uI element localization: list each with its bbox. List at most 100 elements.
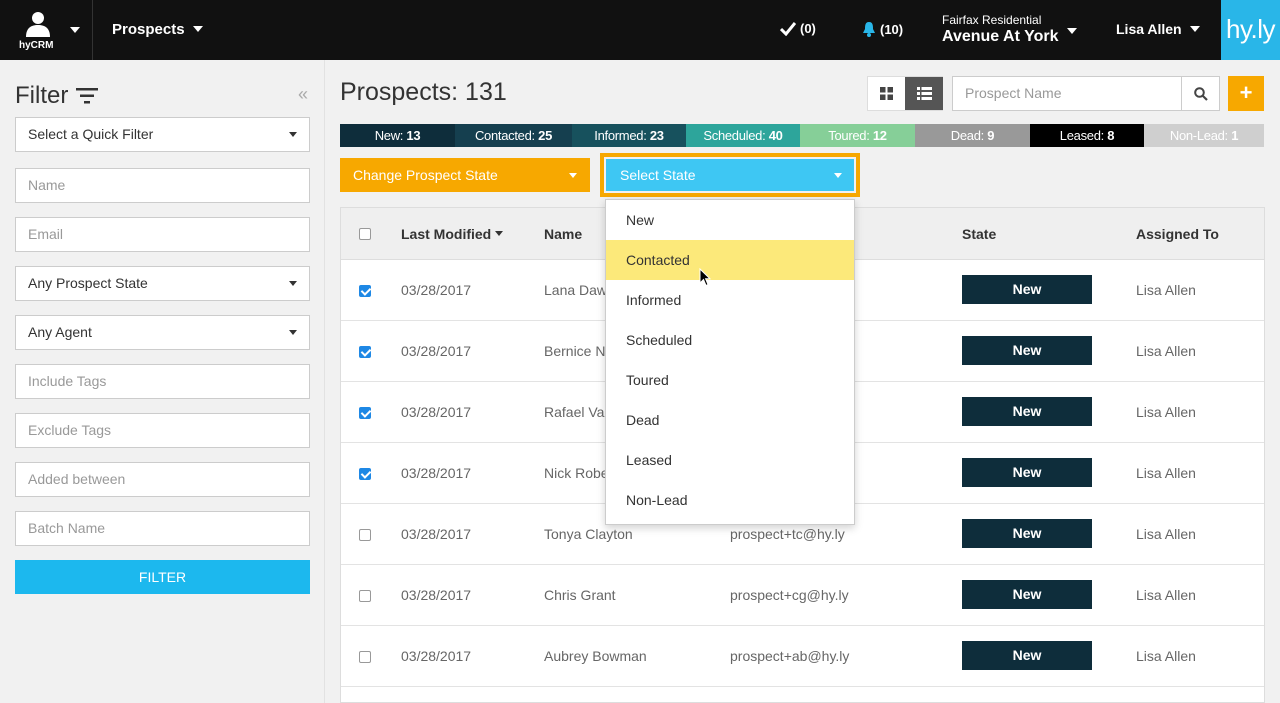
state-segment-label: Dead:: [950, 128, 985, 143]
state-segment-count: 23: [649, 128, 664, 143]
row-name[interactable]: Tonya Clayton: [544, 526, 633, 542]
state-segment-count: 25: [538, 128, 553, 143]
row-state-badge: New: [962, 458, 1092, 487]
row-checkbox[interactable]: [359, 285, 371, 297]
row-checkbox[interactable]: [359, 468, 371, 480]
state-segment[interactable]: Informed: 23: [572, 124, 686, 147]
row-assigned-to: Lisa Allen: [1136, 465, 1196, 481]
list-view-button[interactable]: [905, 77, 943, 110]
notifications-button[interactable]: (10): [862, 21, 903, 37]
tasks-count: (0): [800, 21, 816, 36]
row-email: prospect+ab@hy.ly: [730, 648, 850, 664]
table-row[interactable]: 03/28/2017 Aubrey Bowman prospect+ab@hy.ly…: [341, 626, 1264, 687]
state-segment[interactable]: New: 13: [340, 124, 455, 147]
row-name[interactable]: Chris Grant: [544, 587, 616, 603]
select-all-checkbox[interactable]: [359, 228, 371, 240]
row-name[interactable]: Bernice N: [544, 343, 605, 359]
community-selector[interactable]: Fairfax Residential Avenue At York: [942, 13, 1077, 46]
header-state[interactable]: State: [962, 226, 996, 242]
row-assigned-to: Lisa Allen: [1136, 648, 1196, 664]
state-segment-label: Scheduled:: [703, 128, 766, 143]
row-checkbox[interactable]: [359, 407, 371, 419]
state-option-leased[interactable]: Leased: [606, 440, 854, 480]
quick-filter-select[interactable]: Select a Quick Filter: [15, 117, 310, 152]
row-last-modified: 03/28/2017: [401, 404, 472, 420]
row-name[interactable]: Aubrey Bowman: [544, 648, 647, 664]
user-menu[interactable]: Lisa Allen: [1116, 21, 1200, 37]
state-option-scheduled[interactable]: Scheduled: [606, 320, 854, 360]
row-checkbox[interactable]: [359, 346, 371, 358]
header-assigned-to[interactable]: Assigned To: [1136, 226, 1219, 242]
row-last-modified: 03/28/2017: [401, 587, 472, 603]
batch-name-field[interactable]: Batch Name: [15, 511, 310, 546]
select-state-dropdown[interactable]: Select State: [606, 159, 854, 191]
row-name[interactable]: Rafael Val: [544, 404, 608, 420]
name-field[interactable]: Name: [15, 168, 310, 203]
filter-icon: [76, 88, 98, 104]
search-button[interactable]: [1181, 76, 1220, 111]
added-between-field[interactable]: Added between: [15, 462, 310, 497]
chevron-down-icon: [1067, 28, 1077, 34]
tasks-button[interactable]: (0): [779, 21, 816, 37]
agent-select[interactable]: Any Agent: [15, 315, 310, 350]
module-menu[interactable]: Prospects: [112, 21, 203, 38]
row-last-modified: 03/28/2017: [401, 343, 472, 359]
table-row[interactable]: 03/28/2017 Chris Grant prospect+cg@hy.ly Ne…: [341, 565, 1264, 626]
state-segment-count: 12: [872, 128, 887, 143]
row-last-modified: 03/28/2017: [401, 648, 472, 664]
header-name[interactable]: Name: [544, 226, 582, 242]
app-brand: hyCRM: [19, 40, 54, 51]
state-option-toured[interactable]: Toured: [606, 360, 854, 400]
header-last-modified[interactable]: Last Modified: [401, 226, 504, 242]
row-checkbox[interactable]: [359, 590, 371, 602]
list-icon: [916, 87, 932, 100]
company-name: Fairfax Residential: [942, 13, 1042, 27]
include-tags-field[interactable]: Include Tags: [15, 364, 310, 399]
bell-icon: [863, 22, 875, 37]
change-prospect-state-button[interactable]: Change Prospect State: [340, 158, 590, 192]
module-label: Prospects: [112, 21, 185, 38]
select-state-highlight: Select State: [600, 153, 860, 197]
mouse-cursor-icon: [699, 268, 711, 287]
notifications-count: (10): [880, 22, 904, 37]
row-checkbox[interactable]: [359, 651, 371, 663]
state-option-non-lead[interactable]: Non-Lead: [606, 480, 854, 520]
state-segment-label: Contacted:: [474, 128, 535, 143]
add-prospect-button[interactable]: +: [1228, 76, 1264, 111]
filter-title: Filter: [15, 82, 69, 109]
row-name[interactable]: Nick Robe: [544, 465, 609, 481]
exclude-tags-field[interactable]: Exclude Tags: [15, 413, 310, 448]
row-name[interactable]: Lana Daw: [544, 282, 607, 298]
app-menu[interactable]: hyCRM: [0, 0, 93, 60]
grid-view-button[interactable]: [868, 77, 905, 110]
state-segment-count: 9: [987, 128, 995, 143]
prospect-search-input[interactable]: Prospect Name: [952, 76, 1182, 111]
filter-sidebar: Filter « Select a Quick Filter Name Emai…: [0, 60, 325, 703]
email-field[interactable]: Email: [15, 217, 310, 252]
row-state-badge: New: [962, 336, 1092, 365]
row-state-badge: New: [962, 275, 1092, 304]
state-segment-label: Toured:: [828, 128, 870, 143]
state-option-dead[interactable]: Dead: [606, 400, 854, 440]
state-segment[interactable]: Dead: 9: [915, 124, 1030, 147]
state-segment[interactable]: Scheduled: 40: [686, 124, 800, 147]
collapse-sidebar-icon[interactable]: «: [298, 84, 308, 105]
row-checkbox[interactable]: [359, 529, 371, 541]
state-segment-count: 8: [1107, 128, 1115, 143]
state-option-informed[interactable]: Informed: [606, 280, 854, 320]
state-segment[interactable]: Toured: 12: [800, 124, 915, 147]
row-last-modified: 03/28/2017: [401, 526, 472, 542]
filter-button[interactable]: FILTER: [15, 560, 310, 594]
state-option-contacted[interactable]: Contacted: [606, 240, 854, 280]
state-segment[interactable]: Leased: 8: [1030, 124, 1144, 147]
state-dropdown-menu: New Contacted Informed Scheduled Toured Dead L…: [605, 199, 855, 525]
row-assigned-to: Lisa Allen: [1136, 587, 1196, 603]
state-segment[interactable]: Non-Lead: 1: [1144, 124, 1264, 147]
state-option-new[interactable]: New: [606, 200, 854, 240]
chevron-down-icon: [192, 26, 203, 32]
chevron-down-icon: [70, 27, 80, 33]
hyly-logo[interactable]: hy.ly: [1221, 0, 1280, 60]
prospect-state-select[interactable]: Any Prospect State: [15, 266, 310, 301]
state-segment[interactable]: Contacted: 25: [455, 124, 572, 147]
row-assigned-to: Lisa Allen: [1136, 282, 1196, 298]
